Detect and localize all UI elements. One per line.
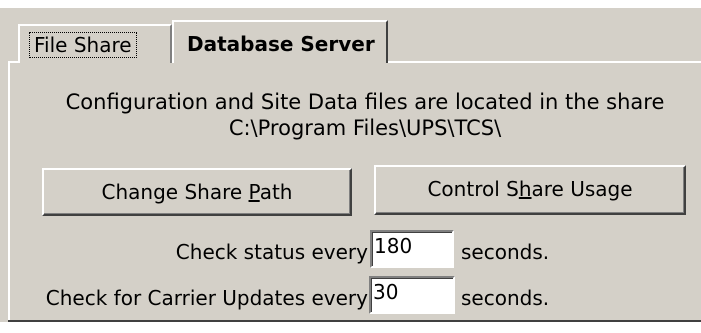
tab-file-share-label: File Share <box>29 32 137 58</box>
change-share-path-label-post: ath <box>259 180 293 204</box>
carrier-updates-unit: seconds. <box>461 286 550 310</box>
top-edge <box>0 0 701 8</box>
dialog-window: File Share Database Server Configuration… <box>0 0 701 333</box>
control-share-usage-button[interactable]: Control Share Usage <box>374 165 686 215</box>
active-tab-join <box>174 61 386 64</box>
carrier-updates-label: Check for Carrier Updates every <box>45 286 368 310</box>
carrier-updates-input[interactable]: 30 <box>369 276 455 314</box>
tab-file-share[interactable]: File Share <box>18 24 172 63</box>
share-message-line1: Configuration and Site Data files are lo… <box>65 90 665 114</box>
tab-database-server-label: Database Server <box>187 32 375 56</box>
change-share-path-button[interactable]: Change Share Path <box>42 168 352 216</box>
control-share-usage-label-pre: Control S <box>427 177 519 201</box>
bottom-edge <box>0 322 701 333</box>
change-share-path-label-pre: Change Share <box>101 180 249 204</box>
tab-database-server[interactable]: Database Server <box>172 20 388 63</box>
control-share-usage-label-post: are Usage <box>531 177 633 201</box>
check-status-unit: seconds. <box>461 240 550 264</box>
change-share-path-accesskey: P <box>248 180 260 204</box>
control-share-usage-accesskey: h <box>518 177 532 201</box>
check-status-input[interactable]: 180 <box>370 230 454 268</box>
check-status-label: Check status every <box>175 240 368 264</box>
share-path-text: C:\Program Files\UPS\TCS\ <box>228 116 502 140</box>
